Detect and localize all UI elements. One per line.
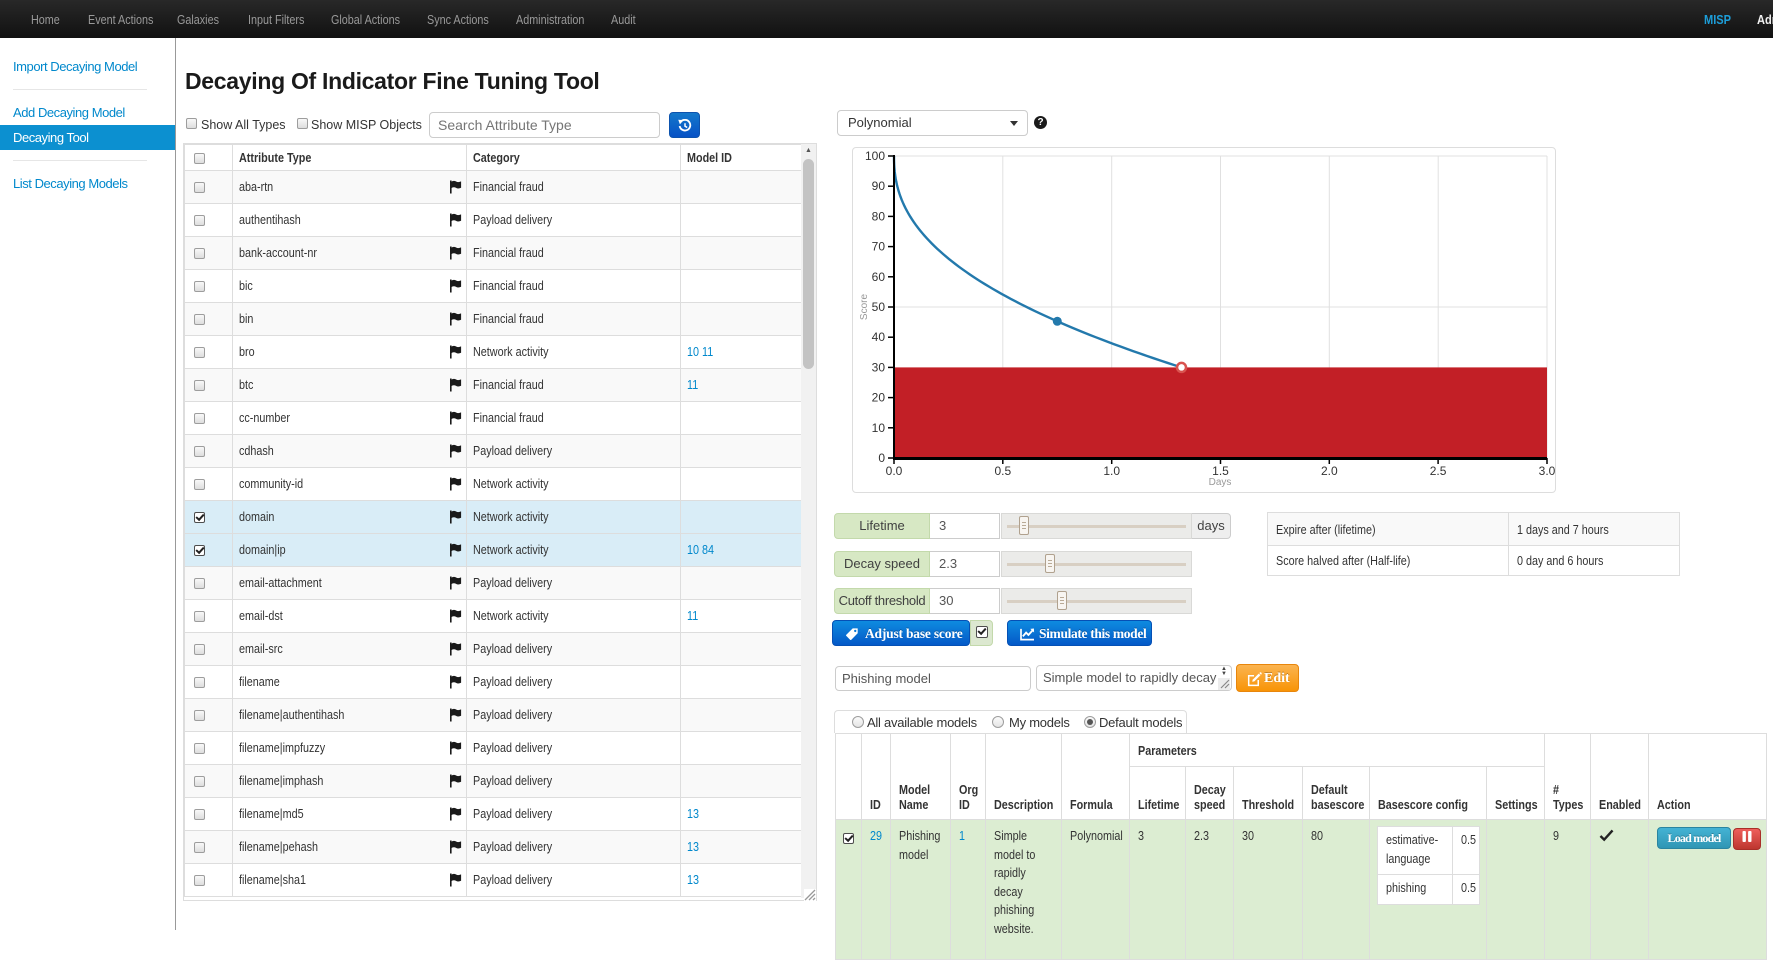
svg-text:3.0: 3.0 [1539, 464, 1555, 478]
svg-text:0.5: 0.5 [994, 464, 1011, 478]
svg-text:Days: Days [1209, 477, 1232, 488]
svg-text:60: 60 [872, 270, 886, 284]
svg-text:50: 50 [872, 300, 886, 314]
svg-text:1.5: 1.5 [1212, 464, 1229, 478]
svg-text:10: 10 [872, 421, 886, 435]
svg-text:20: 20 [872, 391, 886, 405]
svg-text:0.0: 0.0 [886, 464, 903, 478]
svg-text:Score: Score [859, 294, 870, 321]
svg-text:1.0: 1.0 [1103, 464, 1120, 478]
svg-text:2.5: 2.5 [1430, 464, 1447, 478]
svg-text:90: 90 [872, 179, 886, 193]
svg-text:80: 80 [872, 209, 886, 223]
svg-text:30: 30 [872, 360, 886, 374]
svg-text:2.0: 2.0 [1321, 464, 1338, 478]
svg-text:0: 0 [878, 451, 885, 465]
svg-text:40: 40 [872, 330, 886, 344]
svg-text:70: 70 [872, 240, 886, 254]
svg-text:100: 100 [865, 149, 885, 163]
